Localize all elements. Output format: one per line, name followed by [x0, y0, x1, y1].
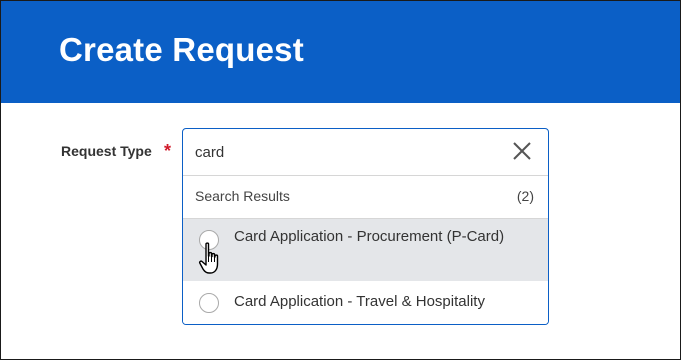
radio-button[interactable] [199, 293, 219, 313]
page-header: Create Request [1, 1, 680, 103]
option-card-procurement[interactable]: Card Application - Procurement (P-Card) [183, 219, 548, 281]
close-icon[interactable] [510, 139, 534, 163]
request-type-dropdown[interactable]: Search Results (2) Card Application - Pr… [182, 128, 549, 325]
page-title: Create Request [59, 31, 304, 68]
option-card-travel-hospitality[interactable]: Card Application - Travel & Hospitality [183, 281, 548, 324]
option-label: Card Application - Travel & Hospitality [234, 293, 485, 310]
app-window: Create Request Request Type * Search Res… [0, 0, 681, 360]
search-results-header: Search Results (2) [183, 176, 548, 219]
radio-button[interactable] [199, 230, 219, 250]
search-results-count: (2) [516, 188, 534, 204]
request-type-label: Request Type [61, 143, 152, 159]
option-label: Card Application - Procurement (P-Card) [234, 228, 505, 245]
required-indicator: * [164, 141, 172, 161]
search-results-title: Search Results [195, 188, 290, 204]
search-row [183, 129, 548, 176]
request-type-search-input[interactable] [195, 140, 495, 164]
